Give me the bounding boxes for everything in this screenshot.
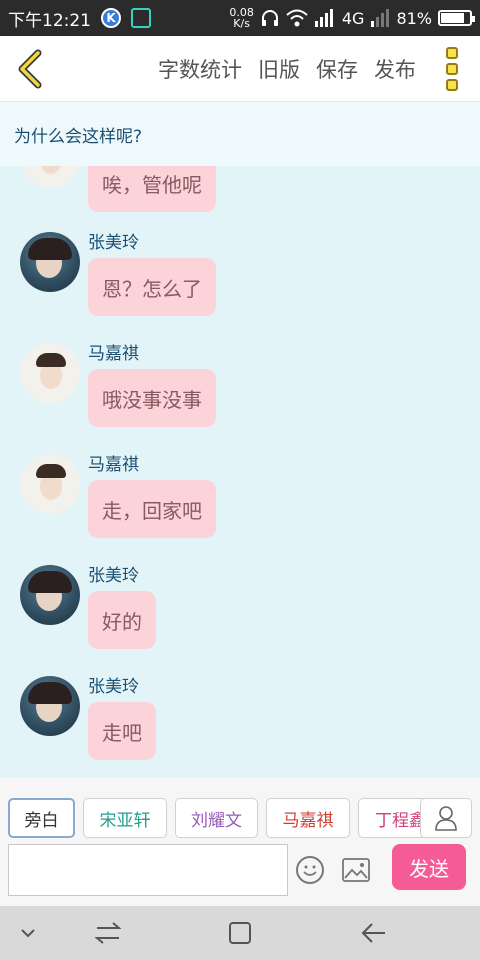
speaker-name: 张美玲 xyxy=(88,233,139,253)
avatar[interactable] xyxy=(20,454,80,514)
top-bar: 字数统计 旧版 保存 发布 xyxy=(0,36,480,102)
signal-icon xyxy=(314,9,333,27)
contact-icon xyxy=(435,806,457,831)
chat-message[interactable]: 马嘉祺 走，回家吧 xyxy=(0,440,480,544)
old-version-button[interactable]: 旧版 xyxy=(258,54,300,84)
chat-message[interactable]: 张美玲 走吧 xyxy=(0,662,480,766)
contact-button[interactable] xyxy=(420,798,472,838)
speaker-name: 马嘉祺 xyxy=(88,344,139,364)
more-dot xyxy=(446,46,458,59)
message-bubble[interactable]: 走吧 xyxy=(88,702,156,760)
chevron-down-icon[interactable] xyxy=(12,906,44,960)
net-speed-unit: K/s xyxy=(233,17,250,30)
avatar[interactable] xyxy=(20,166,80,188)
signal-weak-icon xyxy=(371,9,390,27)
role-tab-song-yaxuan[interactable]: 宋亚轩 xyxy=(83,798,167,838)
role-tab-ding-chengxin[interactable]: 丁程鑫 xyxy=(358,798,428,838)
input-row: 发送 xyxy=(0,844,480,898)
chevron-left-icon xyxy=(18,49,42,88)
emoji-icon[interactable] xyxy=(296,856,324,884)
message-bubble[interactable]: 恩？怎么了 xyxy=(88,258,216,316)
scan-app-icon xyxy=(131,8,151,28)
status-time: 下午12:21 xyxy=(8,10,91,31)
role-tab-narrator[interactable]: 旁白 xyxy=(8,798,75,838)
chat-message[interactable]: 唉，管他呢 xyxy=(0,166,480,218)
send-button[interactable]: 发送 xyxy=(392,844,466,890)
wifi-icon xyxy=(286,9,308,27)
avatar[interactable] xyxy=(20,343,80,403)
network-type: 4G xyxy=(341,8,365,28)
avatar[interactable] xyxy=(20,232,80,292)
avatar[interactable] xyxy=(20,676,80,736)
message-bubble[interactable]: 走，回家吧 xyxy=(88,480,216,538)
speaker-name: 张美玲 xyxy=(88,677,139,697)
publish-button[interactable]: 发布 xyxy=(374,54,416,84)
story-subtitle[interactable]: 为什么会这样呢? xyxy=(0,102,480,166)
net-speed: 0.08 K/s xyxy=(229,7,254,29)
k-app-icon: K xyxy=(101,8,121,28)
speaker-name: 马嘉祺 xyxy=(88,455,139,475)
speaker-name: 张美玲 xyxy=(88,566,139,586)
emoji-face xyxy=(303,865,317,876)
save-button[interactable]: 保存 xyxy=(316,54,358,84)
navigation-bar xyxy=(0,906,480,960)
message-bubble[interactable]: 好的 xyxy=(88,591,156,649)
menu-icon[interactable] xyxy=(88,906,128,960)
back-arrow-icon[interactable] xyxy=(354,906,394,960)
image-glyph xyxy=(342,858,370,882)
chat-message[interactable]: 张美玲 恩？怎么了 xyxy=(0,218,480,322)
avatar[interactable] xyxy=(20,565,80,625)
home-icon[interactable] xyxy=(220,906,260,960)
chat-message[interactable]: 张美玲 好的 xyxy=(0,551,480,655)
battery-percent: 81% xyxy=(396,8,432,28)
message-bubble[interactable]: 唉，管他呢 xyxy=(88,166,216,212)
more-vertical-icon[interactable] xyxy=(430,36,474,102)
more-dot xyxy=(446,78,458,91)
back-button[interactable] xyxy=(0,36,60,102)
battery-fill xyxy=(441,13,464,23)
role-tab-liu-yaowen[interactable]: 刘耀文 xyxy=(175,798,258,838)
word-count-button[interactable]: 字数统计 xyxy=(158,54,242,84)
role-selector: 旁白 宋亚轩 刘耀文 马嘉祺 丁程鑫 xyxy=(0,798,480,838)
chat-message[interactable]: 马嘉祺 哦没事没事 xyxy=(0,329,480,433)
role-tab-ma-jiaqi[interactable]: 马嘉祺 xyxy=(266,798,350,838)
status-right: 0.08 K/s 4G 81% xyxy=(229,7,475,29)
image-icon[interactable] xyxy=(342,858,370,882)
top-actions: 字数统计 旧版 保存 发布 xyxy=(158,54,416,84)
compose-panel: 旁白 宋亚轩 刘耀文 马嘉祺 丁程鑫 发送 xyxy=(0,778,480,906)
headphones-icon xyxy=(261,10,278,26)
message-bubble[interactable]: 哦没事没事 xyxy=(88,369,216,427)
more-dot xyxy=(446,62,458,75)
chat-area[interactable]: 唉，管他呢 张美玲 恩？怎么了 马嘉祺 哦没事没事 马嘉祺 走，回家吧 张美玲 … xyxy=(0,166,480,778)
message-input[interactable] xyxy=(8,844,288,896)
battery-icon xyxy=(438,10,475,26)
status-bar: 下午12:21 K 0.08 K/s 4G 81% xyxy=(0,0,480,36)
